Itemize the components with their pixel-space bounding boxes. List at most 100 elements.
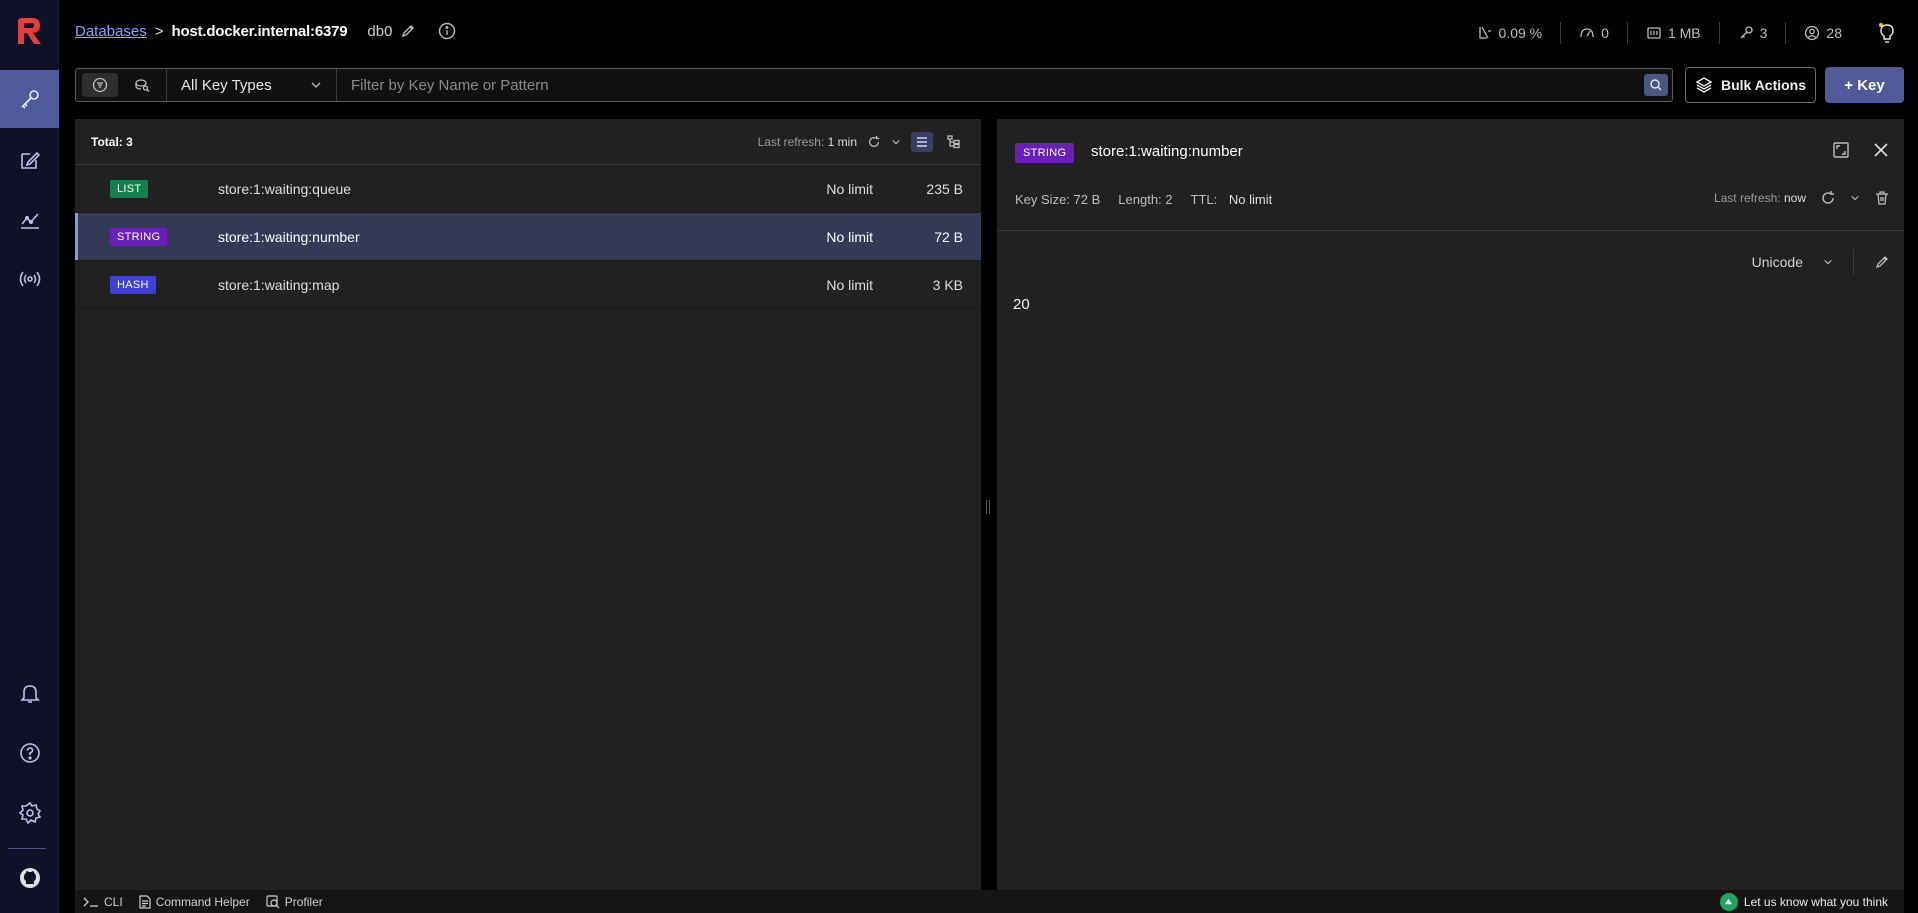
chevron-down-icon — [1850, 193, 1860, 203]
help-button[interactable] — [0, 724, 59, 782]
ops-stat: 0 — [1561, 22, 1628, 44]
add-key-button[interactable]: + Key — [1825, 67, 1904, 103]
key-icon — [1738, 25, 1754, 41]
length-info: Length: 2 — [1118, 192, 1173, 207]
breadcrumb-separator: > — [154, 22, 164, 40]
refresh-icon — [867, 135, 881, 149]
notifications-button[interactable] — [0, 664, 59, 722]
insights-button[interactable] — [1878, 22, 1896, 44]
key-name: store:1:waiting:number — [218, 228, 360, 245]
db-stats: 0.09 % 0 1 MB 3 28 — [1459, 22, 1896, 44]
edit-value-button[interactable] — [1874, 254, 1890, 270]
pubsub-nav-button[interactable] — [0, 250, 59, 308]
sidebar — [0, 0, 59, 913]
refresh-icon — [1820, 190, 1836, 206]
refresh-button[interactable] — [867, 135, 881, 149]
bottom-bar: CLI Command Helper Profiler Let us know … — [75, 890, 1904, 913]
pencil-icon — [1874, 254, 1890, 270]
format-value: Unicode — [1751, 254, 1803, 270]
database-index: db0 — [367, 22, 393, 40]
edit-db-button[interactable] — [400, 23, 416, 39]
user-icon — [1804, 25, 1820, 41]
bulk-actions-label: Bulk Actions — [1720, 77, 1807, 93]
key-size-info: Key Size: 72 B — [1015, 192, 1101, 207]
vector-search-button[interactable] — [124, 73, 160, 97]
databases-link[interactable]: Databases — [75, 23, 147, 40]
database-host: host.docker.internal:6379 — [171, 22, 348, 40]
lightbulb-icon — [1878, 22, 1896, 44]
key-type-select[interactable]: All Key Types — [167, 69, 337, 101]
layers-icon — [1695, 76, 1713, 94]
ttl-info[interactable]: TTL: No limit — [1191, 192, 1273, 207]
key-name-title[interactable]: store:1:waiting:number — [1091, 143, 1243, 160]
pattern-filter-button[interactable] — [82, 73, 118, 97]
breadcrumb: Databases > host.docker.internal:6379 db… — [75, 22, 456, 40]
key-ttl: No limit — [826, 228, 873, 245]
list-view-button[interactable] — [911, 131, 933, 152]
refresh-button[interactable] — [1820, 190, 1836, 206]
format-select[interactable]: Unicode — [1752, 254, 1803, 270]
search-input[interactable] — [351, 76, 1658, 94]
help-icon — [18, 741, 42, 765]
info-icon — [438, 22, 456, 40]
key-row[interactable]: HASH store:1:waiting:map No limit 3 KB — [75, 261, 981, 309]
list-icon — [915, 135, 929, 149]
key-row[interactable]: LIST store:1:waiting:queue No limit 235 … — [75, 165, 981, 213]
gauge-icon — [1579, 25, 1595, 41]
cpu-value: 0.09 % — [1498, 25, 1543, 41]
key-row[interactable]: STRING store:1:waiting:number No limit 7… — [75, 213, 981, 261]
github-button[interactable] — [0, 858, 59, 898]
value-format-bar: Unicode — [1752, 249, 1890, 275]
auto-refresh-toggle[interactable] — [1850, 193, 1860, 203]
key-metadata: Key Size: 72 B Length: 2 TTL: No limit — [1015, 192, 1272, 207]
top-bar: Databases > host.docker.internal:6379 db… — [59, 0, 1918, 64]
auto-refresh-toggle[interactable] — [891, 137, 901, 147]
key-name: store:1:waiting:queue — [218, 180, 352, 197]
key-type-badge: HASH — [110, 275, 156, 294]
string-value[interactable]: 20 — [1013, 296, 1030, 313]
key-icon — [18, 87, 42, 111]
command-helper-button[interactable]: Command Helper — [131, 895, 258, 909]
redis-logo[interactable] — [12, 14, 46, 48]
memory-icon — [1646, 25, 1662, 41]
last-refresh-label: Last refresh: — [1713, 191, 1781, 205]
close-button[interactable] — [1872, 141, 1890, 159]
profiler-button[interactable]: Profiler — [258, 895, 331, 909]
total-keys: Total: 3 — [91, 134, 133, 149]
divider — [1853, 249, 1854, 275]
memory-value: 1 MB — [1667, 25, 1701, 41]
filter-icon — [92, 77, 108, 93]
last-refresh: Last refresh: 1 min — [758, 135, 857, 149]
key-type-badge: STRING — [110, 227, 168, 246]
github-icon — [18, 866, 42, 890]
key-details-header: STRING store:1:waiting:number Key Size: … — [997, 119, 1904, 231]
browser-nav-button[interactable] — [0, 70, 59, 128]
delete-key-button[interactable] — [1874, 190, 1890, 206]
clients-stat: 28 — [1786, 22, 1860, 44]
tree-icon — [947, 134, 961, 149]
cli-button[interactable]: CLI — [75, 895, 131, 909]
keys-stat: 3 — [1720, 22, 1787, 44]
analytics-nav-button[interactable] — [0, 191, 59, 249]
cli-label: CLI — [104, 894, 123, 909]
chevron-down-icon — [1823, 257, 1833, 267]
tree-view-button[interactable] — [943, 132, 965, 152]
filter-mode-toggle — [76, 69, 167, 101]
close-icon — [1872, 141, 1890, 159]
terminal-icon — [83, 896, 99, 908]
cpu-icon — [1477, 25, 1493, 41]
feedback-link[interactable]: Let us know what you think — [1719, 892, 1904, 911]
last-refresh-label: Last refresh: — [757, 134, 825, 149]
search-query-icon — [134, 77, 150, 93]
command-helper-label: Command Helper — [155, 894, 250, 909]
settings-button[interactable] — [0, 784, 59, 842]
search-button[interactable] — [1644, 74, 1668, 96]
bulk-actions-button[interactable]: Bulk Actions — [1685, 67, 1816, 103]
last-refresh-value: now — [1783, 191, 1806, 205]
key-type-badge: LIST — [110, 179, 149, 198]
panel-resize-handle[interactable] — [986, 500, 990, 514]
fullscreen-button[interactable] — [1832, 141, 1850, 159]
profiler-label: Profiler — [284, 894, 323, 909]
workbench-nav-button[interactable] — [0, 131, 59, 189]
db-info-button[interactable] — [438, 22, 456, 40]
